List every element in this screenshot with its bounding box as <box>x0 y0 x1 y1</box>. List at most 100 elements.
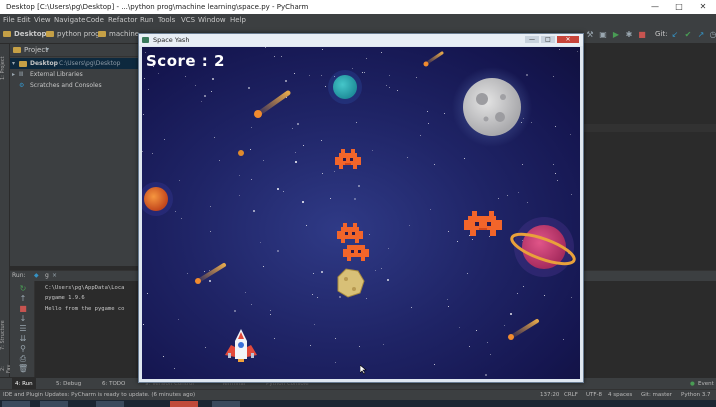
alien-enemy <box>335 149 361 169</box>
maximize-button[interactable]: □ <box>668 0 690 14</box>
delete-icon[interactable]: 🗑 <box>18 365 28 373</box>
run-config-icon[interactable]: ▣ <box>599 31 607 39</box>
pygame-icon <box>142 37 149 43</box>
tree-item-path: C:\Users\pg\Desktop <box>59 60 121 67</box>
run-config-name[interactable]: g <box>45 271 49 281</box>
menu-vcs[interactable]: VCS <box>181 14 195 26</box>
menu-bar: File Edit View Navigate Code Refactor Ru… <box>0 14 716 26</box>
project-header-folder-icon <box>13 44 24 56</box>
game-canvas[interactable]: Score : 2 <box>142 47 580 379</box>
game-scene <box>142 51 576 362</box>
menu-view[interactable]: View <box>34 14 51 26</box>
meteor <box>193 263 226 285</box>
moon-planet <box>452 67 532 147</box>
teal-planet <box>328 70 362 104</box>
project-panel: Project ▾ ▾ Desktop C:\Users\pg\Desktop … <box>10 44 138 266</box>
game-maximize-button[interactable]: □ <box>541 36 555 43</box>
python-icon: ◆ <box>34 272 39 279</box>
breadcrumb-label: python prog <box>57 30 100 38</box>
game-window-title-bar: Space Yash — □ ✕ <box>139 34 583 46</box>
git-label: Git: <box>655 30 668 38</box>
minimize-button[interactable]: — <box>644 0 666 14</box>
game-close-button[interactable]: ✕ <box>557 36 579 43</box>
console-line: Hello from the pygame co <box>45 306 125 312</box>
menu-run[interactable]: Run <box>140 14 153 26</box>
meteor <box>251 90 291 120</box>
meteor <box>506 319 539 341</box>
menu-tools[interactable]: Tools <box>158 14 175 26</box>
run-toolbar: ↻ ↑ ■ ↓ ☰ ⇊ ⚲ ⎙ 🗑 <box>10 281 35 378</box>
taskbar-item[interactable] <box>170 401 198 407</box>
scroll-up-icon[interactable]: ↑ <box>18 295 28 303</box>
folder-icon <box>3 31 11 37</box>
print-icon[interactable]: ⎙ <box>18 355 28 363</box>
chevron-down-icon[interactable]: ▾ <box>46 44 49 56</box>
expand-arrow-icon[interactable]: ▾ <box>12 58 15 69</box>
game-window-title: Space Yash <box>153 36 190 44</box>
menu-refactor[interactable]: Refactor <box>108 14 137 26</box>
history-icon[interactable]: ◷ <box>709 31 716 39</box>
rerun-icon[interactable]: ↻ <box>18 285 28 293</box>
git-update-icon[interactable]: ↙ <box>671 31 679 39</box>
scroll-end-icon[interactable]: ⇊ <box>18 335 28 343</box>
folder-icon <box>98 31 106 37</box>
console-line: C:\Users\pg\AppData\Loca <box>45 285 125 291</box>
menu-navigate[interactable]: Navigate <box>54 14 85 26</box>
orange-planet <box>142 182 173 216</box>
tool-tab-project[interactable]: 1: Project <box>0 48 9 88</box>
game-minimize-button[interactable]: — <box>525 36 539 43</box>
folder-icon <box>19 58 30 69</box>
close-tab-icon[interactable]: × <box>52 271 57 281</box>
tool-tab-structure[interactable]: 7: Structure <box>0 314 9 356</box>
window-title: Desktop [C:\Users\pg\Desktop] - ...\pyth… <box>6 3 309 11</box>
menu-edit[interactable]: Edit <box>17 14 31 26</box>
close-button[interactable]: ✕ <box>692 0 714 14</box>
ringed-planet <box>510 217 576 277</box>
breadcrumb-desktop[interactable]: Desktop <box>3 26 47 43</box>
scroll-down-icon[interactable]: ↓ <box>18 315 28 323</box>
meteor <box>422 51 444 67</box>
tree-item-scratches[interactable]: ⚙ Scratches and Consoles <box>10 80 138 91</box>
taskbar-item[interactable] <box>2 401 30 407</box>
game-window[interactable]: Space Yash — □ ✕ Score : 2 <box>138 33 584 383</box>
breadcrumb-machine[interactable]: machine <box>98 26 139 43</box>
build-icon[interactable]: ⚒ <box>586 31 594 39</box>
tool-tab-favorites[interactable]: 2: Fav <box>0 362 12 376</box>
breadcrumb-label: machine <box>109 30 140 38</box>
os-taskbar <box>0 400 716 407</box>
alien-enemy <box>337 223 363 243</box>
scratches-icon: ⚙ <box>19 82 25 89</box>
tree-item-external-libraries[interactable]: ▸ Ⅲ External Libraries <box>10 69 138 80</box>
window-title-bar: Desktop [C:\Users\pg\Desktop] - ...\pyth… <box>0 0 716 14</box>
tree-item-desktop[interactable]: ▾ Desktop C:\Users\pg\Desktop <box>10 58 138 69</box>
menu-file[interactable]: File <box>3 14 15 26</box>
tree-item-label: External Libraries <box>30 71 83 78</box>
expand-arrow-icon[interactable]: ▸ <box>12 69 15 80</box>
stop-icon[interactable]: ■ <box>18 305 28 313</box>
taskbar-item[interactable] <box>40 401 68 407</box>
tree-item-label: Scratches and Consoles <box>30 82 102 89</box>
taskbar-item[interactable] <box>96 401 124 407</box>
menu-window[interactable]: Window <box>198 14 226 26</box>
debug-icon[interactable]: ✱ <box>625 31 633 39</box>
git-commit-icon[interactable]: ✔ <box>684 31 692 39</box>
run-icon[interactable]: ▶ <box>612 31 620 39</box>
menu-code[interactable]: Code <box>86 14 104 26</box>
menu-help[interactable]: Help <box>230 14 246 26</box>
tree-item-label: Desktop <box>30 60 58 67</box>
pin-icon[interactable]: ⚲ <box>18 345 28 353</box>
breadcrumb-label: Desktop <box>14 30 47 38</box>
player-spaceship[interactable] <box>225 329 257 362</box>
alien-enemy <box>343 245 369 261</box>
project-panel-header[interactable]: Project ▾ <box>10 44 138 57</box>
stop-icon[interactable]: ■ <box>638 31 646 39</box>
taskbar-item[interactable] <box>212 401 240 407</box>
folder-icon <box>46 31 54 37</box>
library-icon: Ⅲ <box>19 71 24 78</box>
soft-wrap-icon[interactable]: ☰ <box>18 325 28 333</box>
breadcrumb-python-prog[interactable]: python prog <box>46 26 100 43</box>
editor-highlight-line <box>582 124 716 132</box>
project-panel-title: Project <box>24 46 48 54</box>
small-planet <box>238 150 244 156</box>
git-push-icon[interactable]: ↗ <box>697 31 705 39</box>
